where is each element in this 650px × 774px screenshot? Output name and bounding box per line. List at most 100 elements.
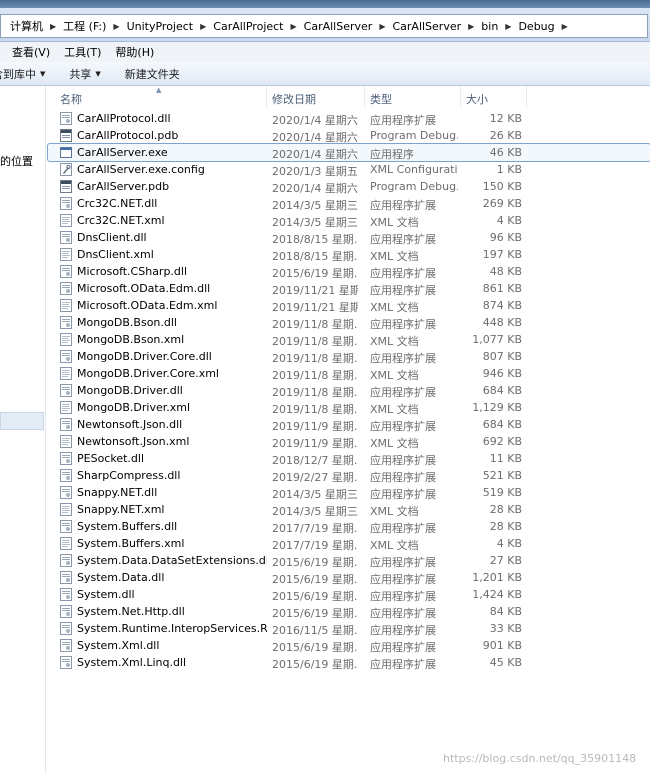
breadcrumb-chevron-icon[interactable]: ▶ [560, 22, 570, 31]
file-size: 684 KB [482, 418, 522, 431]
breadcrumb-item[interactable]: CarAllProject [208, 20, 288, 33]
menu-tools[interactable]: 工具(T) [64, 44, 101, 60]
file-size: 28 KB [489, 503, 522, 516]
file-row[interactable]: SharpCompress.dll 2019/2/27 星期... 应用程序扩展 52… [48, 467, 650, 484]
breadcrumb-item[interactable]: CarAllServer [299, 20, 378, 33]
file-modified-date: 2019/11/8 星期... [272, 335, 358, 348]
breadcrumb-item[interactable]: CarAllServer [387, 20, 466, 33]
file-size: 269 KB [482, 197, 522, 210]
breadcrumb[interactable]: 计算机 ▶ 工程 (F:) ▶ UnityProject ▶ CarAllProject ▶ C… [0, 14, 648, 38]
file-row[interactable]: DnsClient.dll 2018/8/15 星期... 应用程序扩展 96 KB [48, 229, 650, 246]
column-header-date[interactable]: 修改日期 [272, 91, 316, 107]
breadcrumb-chevron-icon[interactable]: ▶ [466, 22, 476, 31]
file-size: 46 KB [489, 146, 522, 159]
file-row[interactable]: System.Buffers.xml 2017/7/19 星期... XML 文档 4… [48, 535, 650, 552]
file-row[interactable]: System.Data.dll 2015/6/19 星期... 应用程序扩展 1,20… [48, 569, 650, 586]
file-row[interactable]: MongoDB.Driver.xml 2019/11/8 星期... XML 文档 1… [48, 399, 650, 416]
file-row[interactable]: CarAllProtocol.dll 2020/1/4 星期六 ... 应用程序扩展… [48, 110, 650, 127]
file-name: CarAllServer.pdb [77, 180, 170, 193]
file-name: CarAllServer.exe [77, 146, 168, 159]
file-size: 27 KB [489, 554, 522, 567]
file-name: System.Net.Http.dll [77, 605, 185, 618]
dll-icon [60, 622, 72, 635]
file-row[interactable]: CarAllServer.pdb 2020/1/4 星期六 ... Program … [48, 178, 650, 195]
breadcrumb-item[interactable]: Debug [513, 20, 559, 33]
breadcrumb-item[interactable]: UnityProject [122, 20, 199, 33]
file-row[interactable]: MongoDB.Driver.Core.xml 2019/11/8 星期... XM… [48, 365, 650, 382]
navigation-pane[interactable]: 的位置 [0, 86, 46, 774]
file-row[interactable]: Newtonsoft.Json.dll 2019/11/9 星期... 应用程序扩展… [48, 416, 650, 433]
xml-icon [60, 214, 72, 227]
nav-item-locations[interactable]: 的位置 [0, 153, 33, 169]
file-type: 应用程序扩展 [370, 318, 436, 331]
breadcrumb-chevron-icon[interactable]: ▶ [377, 22, 387, 31]
file-modified-date: 2020/1/4 星期六 ... [272, 114, 358, 127]
breadcrumb-item[interactable]: 工程 (F:) [58, 18, 111, 34]
menu-bar: 查看(V) 工具(T) 帮助(H) [0, 42, 650, 62]
file-modified-date: 2016/11/5 星期... [272, 624, 358, 637]
file-size: 448 KB [482, 316, 522, 329]
share-button[interactable]: 共享 ▼ [69, 66, 100, 82]
breadcrumb-chevron-icon[interactable]: ▶ [289, 22, 299, 31]
file-row[interactable]: System.Net.Http.dll 2015/6/19 星期... 应用程序扩展… [48, 603, 650, 620]
pdb-icon [60, 129, 72, 142]
breadcrumb-item[interactable]: bin [476, 20, 503, 33]
file-size: 1 KB [496, 163, 522, 176]
dll-icon [60, 231, 72, 244]
column-divider[interactable] [526, 86, 527, 108]
column-divider[interactable] [364, 86, 365, 108]
breadcrumb-chevron-icon[interactable]: ▶ [48, 22, 58, 31]
file-modified-date: 2020/1/4 星期六 ... [272, 148, 358, 161]
column-header-name[interactable]: 名称 [60, 91, 82, 107]
breadcrumb-chevron-icon[interactable]: ▶ [503, 22, 513, 31]
nav-selected-item[interactable] [0, 412, 44, 430]
file-row[interactable]: CarAllServer.exe.config 2020/1/3 星期五 ... X… [48, 161, 650, 178]
new-folder-button[interactable]: 新建文件夹 [125, 66, 180, 82]
breadcrumb-chevron-icon[interactable]: ▶ [198, 22, 208, 31]
file-size: 1,424 KB [472, 588, 522, 601]
file-type: 应用程序扩展 [370, 573, 436, 586]
breadcrumb-chevron-icon[interactable]: ▶ [111, 22, 121, 31]
file-row[interactable]: DnsClient.xml 2018/8/15 星期... XML 文档 197 KB [48, 246, 650, 263]
menu-help[interactable]: 帮助(H) [115, 44, 154, 60]
file-name: System.Xml.dll [77, 639, 160, 652]
file-row[interactable]: Microsoft.OData.Edm.dll 2019/11/21 星期... 应… [48, 280, 650, 297]
column-header-type[interactable]: 类型 [370, 91, 392, 107]
file-name: MongoDB.Driver.dll [77, 384, 183, 397]
breadcrumb-item[interactable]: 计算机 [5, 18, 48, 34]
file-row[interactable]: Crc32C.NET.xml 2014/3/5 星期三 ... XML 文档 4 KB [48, 212, 650, 229]
column-header-size[interactable]: 大小 [466, 91, 488, 107]
file-row[interactable]: System.Data.DataSetExtensions.dll 2015/6/… [48, 552, 650, 569]
file-row[interactable]: CarAllProtocol.pdb 2020/1/4 星期六 ... Progra… [48, 127, 650, 144]
file-type: 应用程序扩展 [370, 471, 436, 484]
file-type: Program Debug... [370, 129, 458, 142]
file-size: 12 KB [489, 112, 522, 125]
file-row[interactable]: Crc32C.NET.dll 2014/3/5 星期三 ... 应用程序扩展 269 … [48, 195, 650, 212]
file-row[interactable]: MongoDB.Bson.dll 2019/11/8 星期... 应用程序扩展 448… [48, 314, 650, 331]
file-row[interactable]: System.Xml.dll 2015/6/19 星期... 应用程序扩展 901 K… [48, 637, 650, 654]
file-row[interactable]: MongoDB.Driver.Core.dll 2019/11/8 星期... 应用… [48, 348, 650, 365]
window-title-strip [0, 0, 650, 8]
file-size: 33 KB [489, 622, 522, 635]
column-divider[interactable] [460, 86, 461, 108]
file-row[interactable]: PESocket.dll 2018/12/7 星期... 应用程序扩展 11 KB [48, 450, 650, 467]
file-row[interactable]: System.Xml.Linq.dll 2015/6/19 星期... 应用程序扩展… [48, 654, 650, 671]
column-divider[interactable] [266, 86, 267, 108]
file-size: 1,129 KB [472, 401, 522, 414]
file-size: 1,201 KB [472, 571, 522, 584]
menu-view[interactable]: 查看(V) [12, 44, 50, 60]
file-row[interactable]: System.dll 2015/6/19 星期... 应用程序扩展 1,424 KB [48, 586, 650, 603]
file-row[interactable]: Microsoft.CSharp.dll 2015/6/19 星期... 应用程序扩… [48, 263, 650, 280]
file-row[interactable]: Newtonsoft.Json.xml 2019/11/9 星期... XML 文档… [48, 433, 650, 450]
file-row[interactable]: Microsoft.OData.Edm.xml 2019/11/21 星期... X… [48, 297, 650, 314]
include-in-library-button[interactable]: 含到库中 ▼ [0, 66, 45, 82]
file-row[interactable]: System.Runtime.InteropServices.Runti... 2… [48, 620, 650, 637]
file-name: CarAllProtocol.pdb [77, 129, 179, 142]
file-row[interactable]: MongoDB.Bson.xml 2019/11/8 星期... XML 文档 1,0… [48, 331, 650, 348]
file-row[interactable]: Snappy.NET.xml 2014/3/5 星期三 ... XML 文档 28 K… [48, 501, 650, 518]
file-row[interactable]: System.Buffers.dll 2017/7/19 星期... 应用程序扩展 2… [48, 518, 650, 535]
file-type: XML 文档 [370, 403, 419, 416]
file-row[interactable]: CarAllServer.exe 2020/1/4 星期六 ... 应用程序 46 K… [47, 143, 650, 162]
file-row[interactable]: MongoDB.Driver.dll 2019/11/8 星期... 应用程序扩展 6… [48, 382, 650, 399]
file-row[interactable]: Snappy.NET.dll 2014/3/5 星期三 ... 应用程序扩展 519 … [48, 484, 650, 501]
